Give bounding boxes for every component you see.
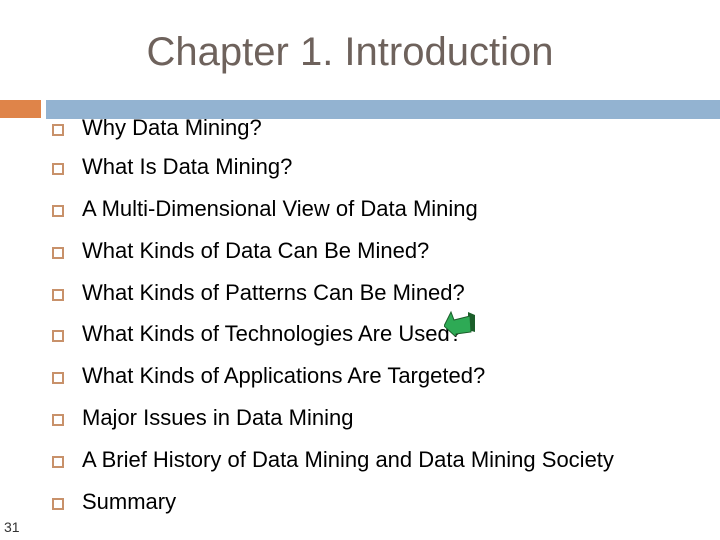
square-bullet-icon (52, 288, 64, 301)
square-bullet-icon (52, 371, 64, 384)
list-item: Major Issues in Data Mining (52, 403, 353, 433)
list-item: What Kinds of Applications Are Targeted? (52, 361, 485, 391)
page-number: 31 (4, 519, 20, 535)
list-item-text: What Kinds of Applications Are Targeted? (82, 363, 486, 388)
square-bullet-icon (52, 329, 64, 342)
list-item-text: What Kinds of Technologies Are Used? (82, 321, 462, 346)
bullet-list: Why Data Mining? What Is Data Mining? A … (0, 0, 720, 540)
list-item: Summary (52, 487, 176, 517)
square-bullet-icon (52, 162, 64, 175)
square-bullet-icon (52, 455, 64, 468)
list-item: A Brief History of Data Mining and Data … (52, 445, 614, 475)
list-item-text: A Brief History of Data Mining and Data … (82, 447, 614, 472)
list-item: What Kinds of Patterns Can Be Mined? (52, 278, 465, 308)
list-item: What Kinds of Technologies Are Used? (52, 319, 462, 349)
list-item: A Multi-Dimensional View of Data Mining (52, 194, 478, 224)
list-item-text: Summary (82, 489, 177, 514)
square-bullet-icon (52, 413, 64, 426)
list-item: Why Data Mining? (52, 113, 262, 143)
list-item: What Kinds of Data Can Be Mined? (52, 236, 429, 266)
list-item-text: Why Data Mining? (82, 115, 262, 140)
green-arrow-pointer-icon (444, 310, 475, 336)
list-item-text: Major Issues in Data Mining (82, 405, 354, 430)
list-item-text: What Kinds of Data Can Be Mined? (82, 238, 430, 263)
list-item-text: What Is Data Mining? (82, 154, 293, 179)
square-bullet-icon (52, 246, 64, 259)
list-item: What Is Data Mining? (52, 152, 292, 182)
list-item-text: A Multi-Dimensional View of Data Mining (82, 196, 478, 221)
square-bullet-icon (52, 497, 64, 510)
square-bullet-icon (52, 123, 64, 136)
square-bullet-icon (52, 204, 64, 217)
list-item-text: What Kinds of Patterns Can Be Mined? (82, 280, 465, 305)
